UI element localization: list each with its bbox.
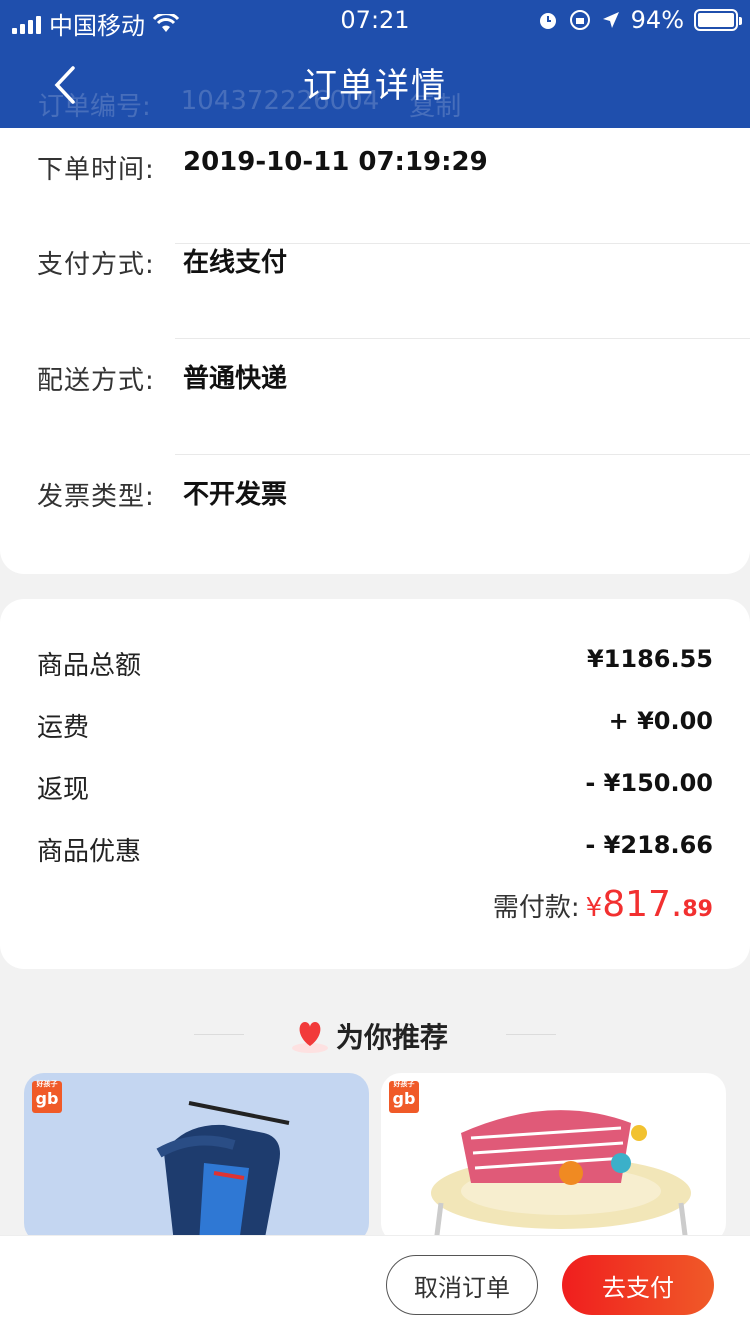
order-info-card: 下单时间: 2019-10-11 07:19:29 支付方式: 在线支付 配送方… [0,128,750,574]
info-row-payment-method: 支付方式: 在线支付 [0,223,750,339]
ghost-value: 104372226004 [180,86,380,116]
cancel-order-button[interactable]: 取消订单 [386,1255,538,1315]
battery-percent: 94% [630,6,684,34]
ghost-copy: 复制 [409,92,462,122]
status-bar: 中国移动 07:21 94% [0,0,750,40]
ghost-label: 订单编号: [38,92,151,122]
bottom-action-bar: 取消订单 去支付 [0,1235,750,1334]
price-row-cashback: 返现 - ¥150.00 [0,769,750,809]
info-value: 2019-10-11 07:19:29 [183,147,488,177]
battery-icon [694,9,742,31]
total-decimal: 89 [682,897,713,922]
total-currency: ¥ [585,893,603,923]
price-value: ¥1186.55 [586,645,713,673]
info-value: 普通快递 [183,364,288,394]
pay-button[interactable]: 去支付 [562,1255,714,1315]
heart-icon [292,1022,328,1053]
stroller-image [156,1101,290,1243]
info-row-invoice-type: 发票类型: 不开发票 [0,455,750,571]
info-label: 支付方式: [37,250,155,280]
info-label: 下单时间: [37,155,155,185]
price-row-shipping: 运费 + ¥0.00 [0,707,750,747]
recommend-header: 为你推荐 [0,1010,750,1060]
baby-walker-image [431,1110,691,1243]
orientation-lock-icon [569,10,590,30]
alarm-icon [539,13,556,29]
total-label: 需付款: [492,893,580,923]
info-row-delivery-method: 配送方式: 普通快递 [0,339,750,455]
total-payable: 需付款: ¥ 817. 89 [493,884,713,925]
divider [194,1034,244,1035]
status-right: 94% [537,6,742,34]
info-value: 不开发票 [183,480,288,510]
price-label: 返现 [37,775,90,805]
price-summary-card: 商品总额 ¥1186.55 运费 + ¥0.00 返现 - ¥150.00 商品… [0,599,750,969]
info-label: 发票类型: [37,482,155,512]
total-integer: 817. [602,884,683,925]
info-label: 配送方式: [37,366,155,396]
scrolled-order-number-row: 订单编号: 104372226004 复制 [38,86,461,123]
price-row-subtotal: 商品总额 ¥1186.55 [0,645,750,685]
price-value: - ¥150.00 [585,769,713,797]
price-label: 商品总额 [37,651,142,681]
price-value: + ¥0.00 [608,707,713,735]
price-label: 商品优惠 [37,837,142,867]
price-value: - ¥218.66 [585,831,713,859]
recommend-title: 为你推荐 [336,1021,449,1054]
info-value: 在线支付 [183,248,288,278]
price-row-discount: 商品优惠 - ¥218.66 [0,831,750,871]
location-icon [602,12,619,28]
divider [506,1034,556,1035]
product-card[interactable]: 好孩子 gb [381,1073,726,1243]
product-card[interactable]: 好孩子 gb [24,1073,369,1243]
price-label: 运费 [37,713,90,743]
